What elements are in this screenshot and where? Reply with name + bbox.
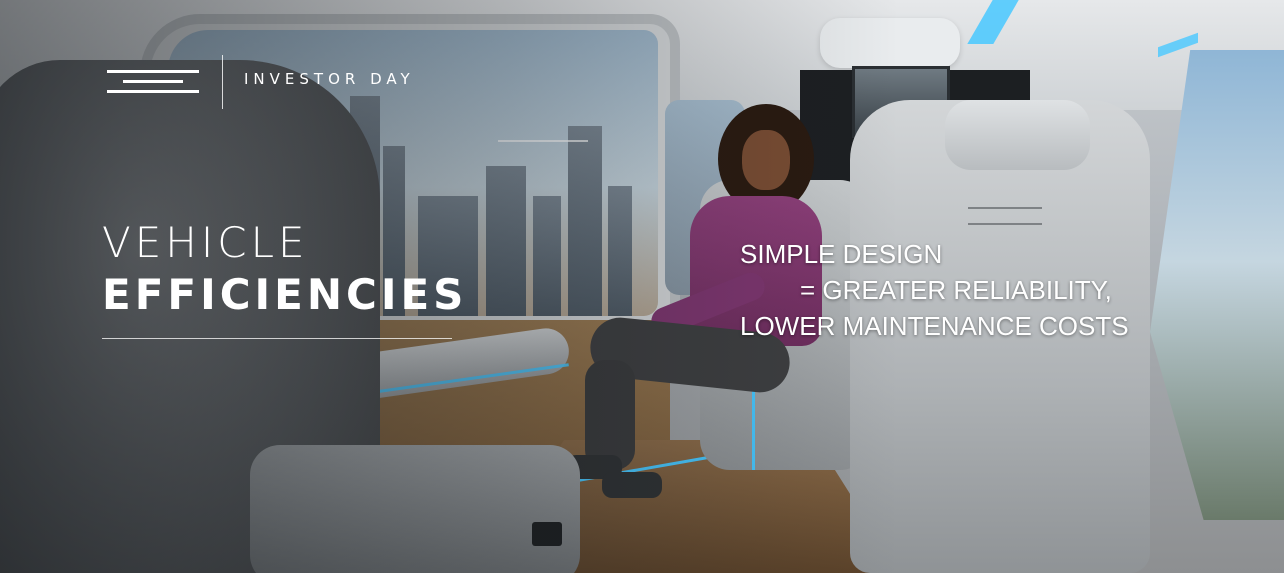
tagline-line-3: LOWER MAINTENANCE COSTS	[740, 311, 1129, 341]
tagline-line-1: SIMPLE DESIGN	[740, 239, 943, 269]
title-line-1: VEHICLE	[102, 218, 309, 267]
title-line-2: EFFICIENCIES	[102, 270, 468, 319]
tagline-line-2: = GREATER RELIABILITY,	[800, 275, 1112, 305]
slide: INVESTOR DAY VEHICLE EFFICIENCIES SIMPLE…	[0, 0, 1284, 573]
tagline: SIMPLE DESIGN = GREATER RELIABILITY, LOW…	[740, 236, 1129, 344]
event-label: INVESTOR DAY	[244, 70, 415, 88]
title-underline	[102, 338, 452, 339]
header-divider	[222, 55, 223, 109]
eve-logo	[107, 70, 199, 94]
